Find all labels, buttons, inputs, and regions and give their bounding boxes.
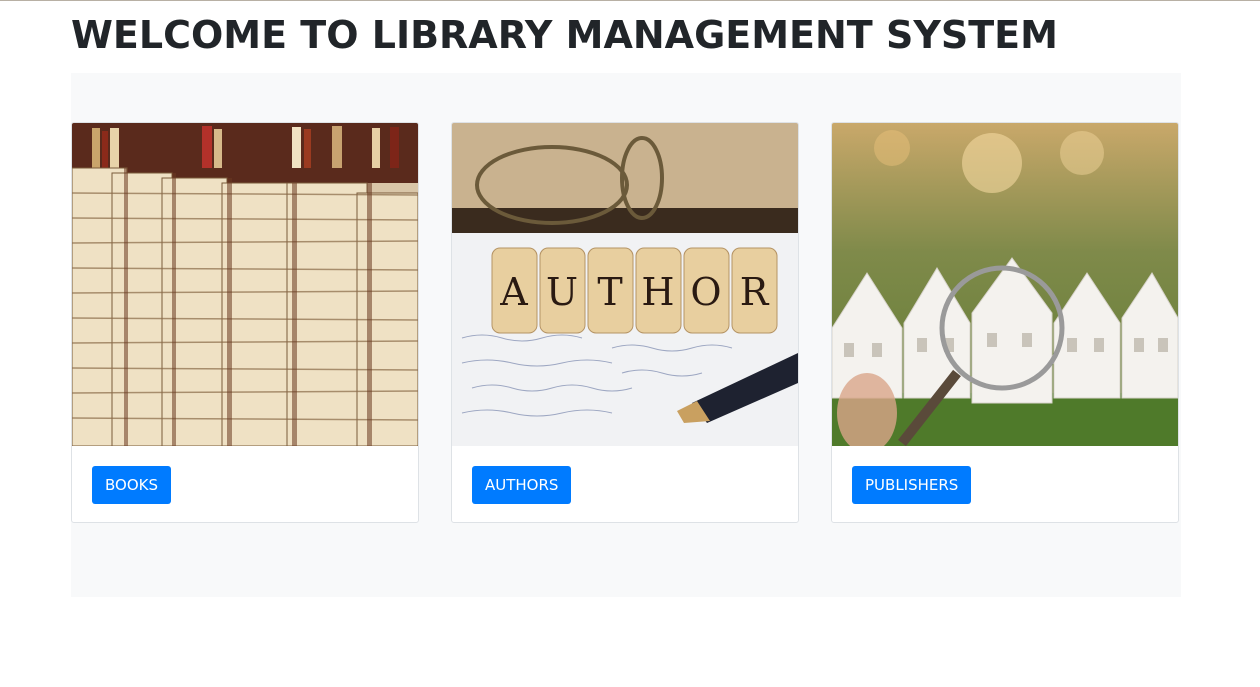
svg-text:A: A [499,270,528,314]
authors-card: A U T H O R AUTHORS [451,122,799,523]
publishers-card-body: PUBLISHERS [832,446,1178,522]
books-card-body: BOOKS [72,446,418,522]
svg-text:H: H [641,270,674,314]
authors-button[interactable]: AUTHORS [472,466,572,504]
authors-card-body: AUTHORS [452,446,798,522]
publishers-card: PUBLISHERS [831,122,1179,523]
top-border [0,0,1260,1]
svg-text:O: O [690,270,721,314]
page-title: WELCOME TO LIBRARY MANAGEMENT SYSTEM [71,13,1058,57]
books-image [72,123,418,446]
svg-text:T: T [597,270,622,314]
books-button[interactable]: BOOKS [92,466,171,504]
books-card: BOOKS [71,122,419,523]
publishers-image [832,123,1178,446]
authors-image: A U T H O R [452,123,798,446]
svg-text:U: U [546,270,578,314]
publishers-button[interactable]: PUBLISHERS [852,466,972,504]
cards-container: BOOKS A U T H O R AUTHORS PUBLISHERS [71,73,1181,597]
svg-text:R: R [740,270,770,314]
